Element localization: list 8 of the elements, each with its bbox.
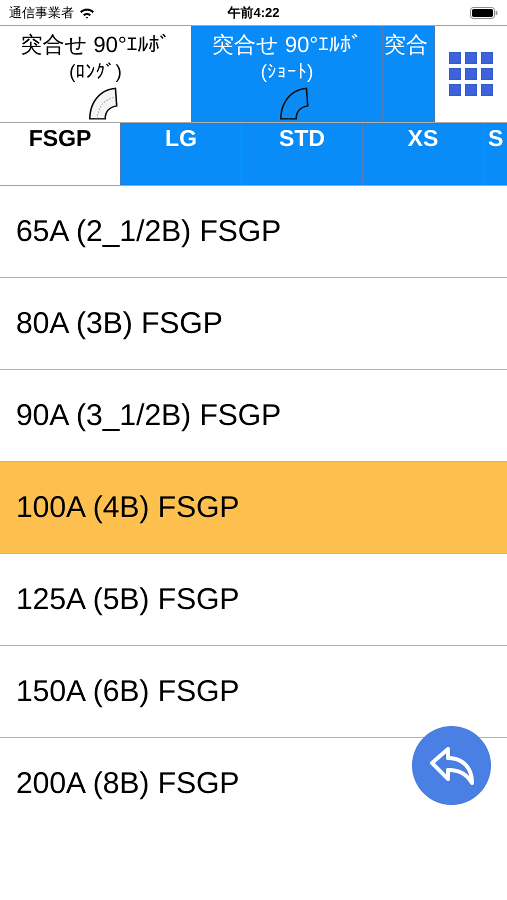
- reply-arrow-icon: [428, 744, 476, 786]
- size-list-item[interactable]: 100A (4B) FSGP: [0, 462, 507, 554]
- clock-time: 午前4:22: [227, 4, 280, 20]
- elbow-pipe-icon: [277, 86, 309, 120]
- carrier-name: 通信事業者: [9, 4, 74, 22]
- wifi-icon: [79, 6, 95, 18]
- grid-menu-icon[interactable]: [449, 52, 493, 96]
- battery-icon: [470, 6, 498, 18]
